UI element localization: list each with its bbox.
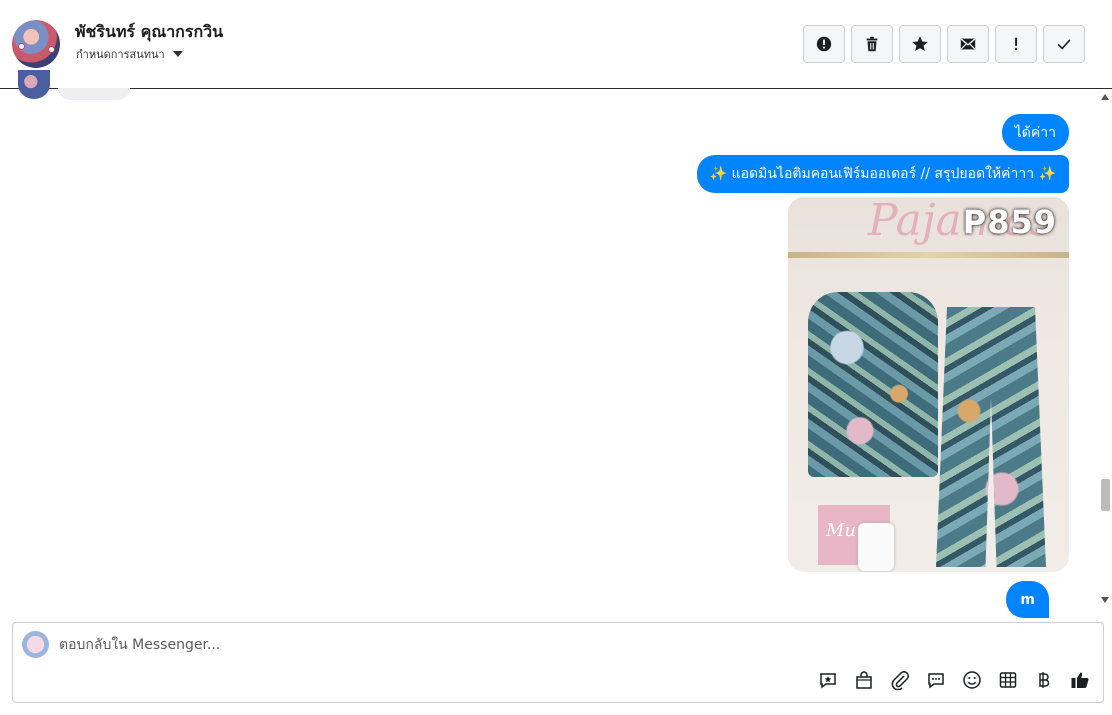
page-avatar — [22, 631, 49, 658]
saved-reply-icon — [820, 673, 836, 689]
envelope-icon — [960, 38, 976, 50]
paperclip-icon — [891, 671, 909, 690]
product-photo[interactable]: Pajamas P859 Mu — [788, 197, 1069, 572]
order-table-button[interactable] — [997, 669, 1019, 691]
thumbs-up-icon — [1071, 672, 1089, 688]
attach-button[interactable] — [889, 669, 911, 691]
message-bubble[interactable]: m — [1006, 581, 1049, 618]
baht-icon — [1039, 672, 1050, 688]
payment-button[interactable] — [1033, 669, 1055, 691]
emoji-button[interactable] — [961, 669, 983, 691]
done-button[interactable] — [1043, 25, 1085, 63]
saved-reply-button[interactable] — [817, 669, 839, 691]
paper-roll — [858, 523, 894, 571]
message-bubble[interactable]: ได้ค่าา — [1001, 114, 1069, 151]
pajama-pants — [936, 307, 1046, 567]
scroll-up-arrow[interactable] — [1101, 94, 1109, 100]
reply-input[interactable] — [59, 634, 959, 656]
star-icon — [912, 36, 928, 52]
previous-message-bubble — [58, 88, 130, 100]
clothes-rail — [788, 252, 1069, 258]
table-icon — [999, 672, 1017, 688]
star-button[interactable] — [899, 25, 941, 63]
check-icon — [1057, 39, 1071, 50]
caret-down-icon — [172, 51, 183, 57]
scrollbar-thumb[interactable] — [1101, 479, 1110, 511]
shop-button[interactable] — [853, 669, 875, 691]
box-label: Mu — [826, 520, 857, 541]
product-code: P859 — [962, 203, 1057, 241]
composer-tools — [817, 669, 1091, 691]
shopping-bag-icon — [856, 671, 872, 689]
chat-bubble-icon — [928, 673, 944, 689]
pajama-shirt — [808, 292, 938, 477]
report-button[interactable] — [803, 25, 845, 63]
trash-icon — [866, 36, 878, 52]
scroll-down-arrow[interactable] — [1101, 597, 1109, 603]
emoji-icon — [963, 671, 981, 689]
contact-avatar[interactable] — [12, 20, 60, 68]
assign-label: กำหนดการสนทนา — [76, 48, 165, 61]
delete-button[interactable] — [851, 25, 893, 63]
like-button[interactable] — [1069, 669, 1091, 691]
reply-composer — [12, 622, 1104, 703]
thread-scrollbar[interactable] — [1098, 89, 1112, 609]
follow-up-button[interactable] — [995, 25, 1037, 63]
message-bubble[interactable]: ✨ แอดมินไอติมคอนเฟิร์มออเดอร์ // สรุปยอด… — [696, 155, 1069, 193]
assign-conversation-dropdown[interactable]: กำหนดการสนทนา — [76, 45, 183, 63]
report-icon — [816, 36, 832, 52]
quick-reply-button[interactable] — [925, 669, 947, 691]
exclamation-icon — [1015, 37, 1018, 51]
header-toolbar — [803, 25, 1085, 63]
contact-name[interactable]: พัชรินทร์ คุณากรกวิน — [75, 20, 223, 45]
sender-avatar — [18, 70, 50, 99]
mark-unread-button[interactable] — [947, 25, 989, 63]
conversation-header: พัชรินทร์ คุณากรกวิน กำหนดการสนทนา — [0, 0, 1112, 89]
